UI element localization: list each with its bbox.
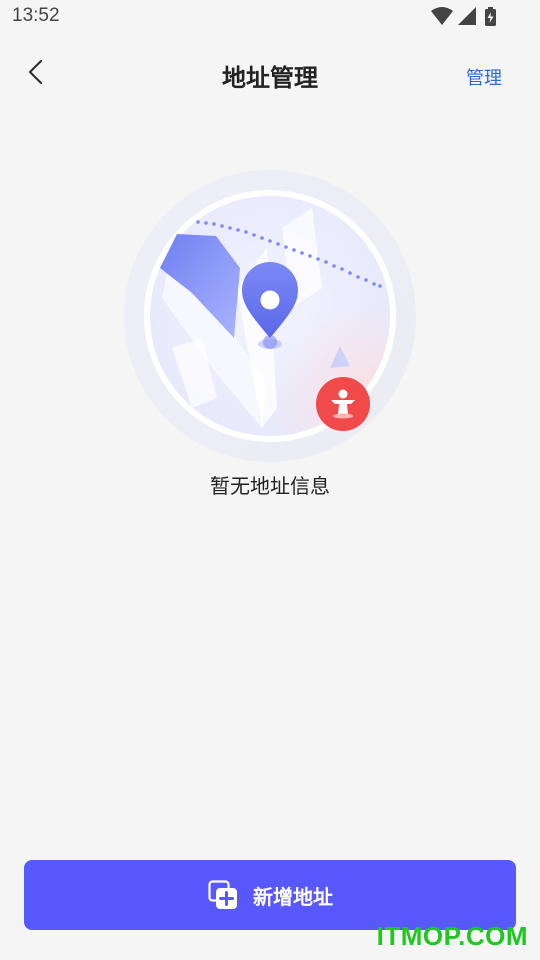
status-time: 13:52 (12, 5, 60, 26)
wifi-icon (431, 7, 453, 25)
person-badge-icon (316, 377, 370, 431)
map-location-illustration (122, 168, 418, 464)
watermark: ITMOP.COM (376, 921, 528, 951)
nav-bar: 地址管理 管理 (0, 40, 540, 106)
empty-state-message: 暂无地址信息 (210, 474, 330, 498)
add-address-button[interactable]: 新增地址 (24, 860, 516, 930)
page-title: 地址管理 (222, 64, 318, 92)
manage-link[interactable]: 管理 (466, 64, 502, 90)
add-copy-icon (208, 880, 237, 909)
battery-charging-icon (485, 7, 496, 26)
cellular-signal-icon (458, 7, 476, 25)
status-icons (430, 6, 500, 28)
add-address-label: 新增地址 (253, 884, 333, 909)
status-bar: 13:52 (0, 0, 540, 36)
